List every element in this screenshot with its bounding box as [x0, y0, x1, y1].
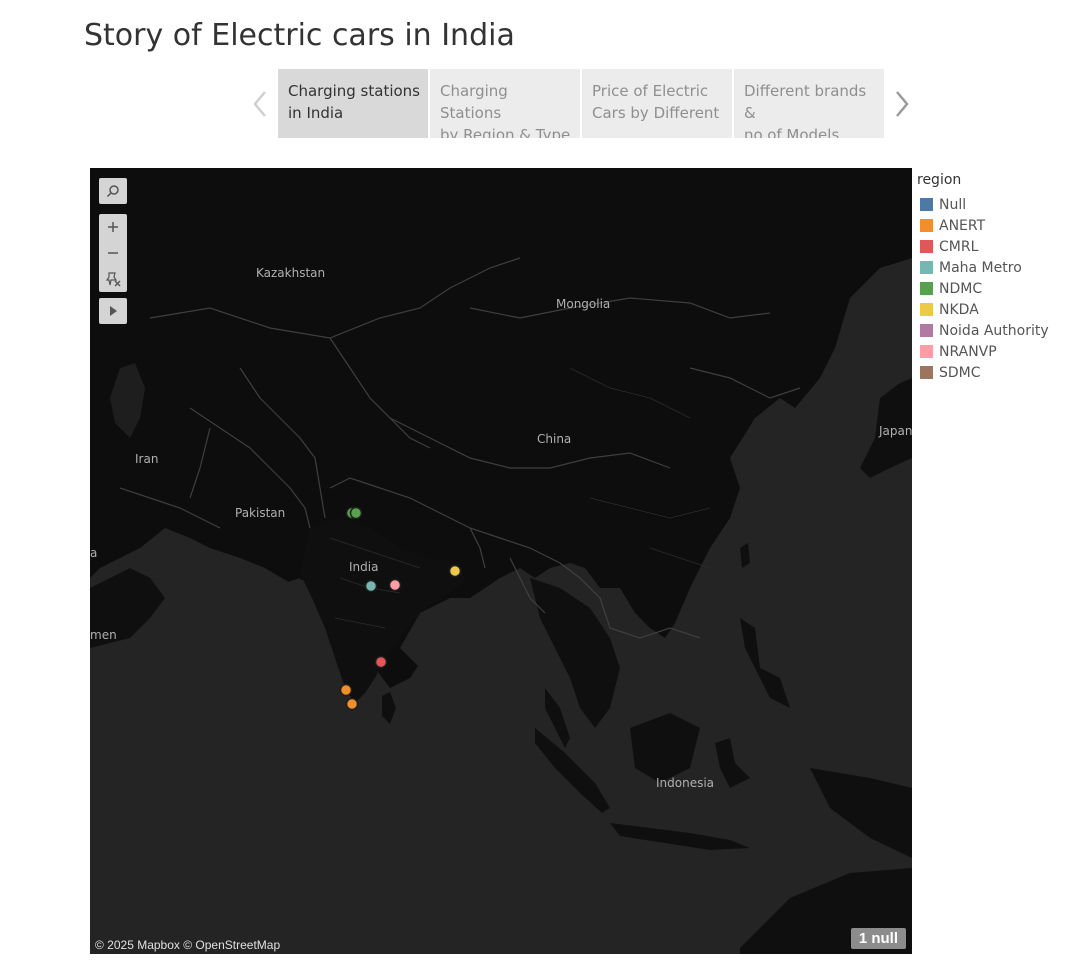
minus-icon — [108, 252, 118, 254]
legend-swatch — [920, 282, 933, 295]
station-marker-anert[interactable] — [339, 683, 353, 697]
legend-swatch — [920, 198, 933, 211]
station-marker-cmrl[interactable] — [374, 655, 388, 669]
next-story-point-button[interactable] — [889, 84, 913, 124]
map-zoom-controls — [99, 214, 127, 292]
legend-label: NRANVP — [939, 343, 997, 360]
legend-swatch — [920, 345, 933, 358]
legend-label: Noida Authority — [939, 322, 1049, 339]
plus-icon — [108, 222, 118, 232]
station-marker-anert[interactable] — [345, 697, 359, 711]
station-markers — [339, 506, 462, 711]
chevron-left-icon — [253, 91, 266, 117]
dashboard-page: Story of Electric cars in India Charging… — [0, 0, 1074, 974]
map-search-tool — [99, 178, 127, 204]
legend-label: ANERT — [939, 217, 986, 234]
previous-story-point-button[interactable] — [249, 84, 273, 124]
legend-label: NKDA — [939, 301, 979, 318]
zoom-in-button[interactable] — [99, 214, 127, 240]
legend-swatch — [920, 219, 933, 232]
legend-item[interactable]: NRANVP — [917, 341, 1049, 362]
station-marker-nkda[interactable] — [448, 564, 462, 578]
legend-label: SDMC — [939, 364, 981, 381]
story-point-charging-stations[interactable]: Charging stations in India — [278, 69, 428, 138]
story-point-price-electric-cars[interactable]: Price of Electric Cars by Different — [582, 69, 732, 138]
legend-item[interactable]: NKDA — [917, 299, 1049, 320]
legend-item[interactable]: Noida Authority — [917, 320, 1049, 341]
legend-label: NDMC — [939, 280, 983, 297]
station-marker-nranvp[interactable] — [388, 578, 402, 592]
expand-toolbar-button[interactable] — [99, 298, 127, 324]
station-marker-maha-metro[interactable] — [364, 579, 378, 593]
unpin-map-icon — [105, 272, 121, 287]
map-attribution[interactable]: © 2025 Mapbox © OpenStreetMap — [90, 936, 286, 954]
legend-item[interactable]: ANERT — [917, 215, 1049, 236]
story-navigator: Charging stations in India Charging Stat… — [278, 69, 884, 138]
story-title: Story of Electric cars in India — [84, 18, 515, 53]
legend-label: Maha Metro — [939, 259, 1022, 276]
legend-item[interactable]: CMRL — [917, 236, 1049, 257]
legend-swatch — [920, 240, 933, 253]
legend-swatch — [920, 324, 933, 337]
legend-title: region — [917, 172, 962, 188]
play-icon — [110, 306, 117, 316]
legend-item[interactable]: NDMC — [917, 278, 1049, 299]
legend-label: CMRL — [939, 238, 979, 255]
station-marker-ndmc[interactable] — [349, 506, 363, 520]
legend-item[interactable]: SDMC — [917, 362, 1049, 383]
reset-map-button[interactable] — [99, 266, 127, 292]
story-point-stations-by-region[interactable]: Charging Stations by Region & Type — [430, 69, 580, 138]
legend-item[interactable]: Null — [917, 194, 1049, 215]
region-legend: region Null ANERT CMRL Maha Metro NDMC NKDA No… — [917, 172, 1049, 383]
legend-swatch — [920, 366, 933, 379]
legend-item[interactable]: Maha Metro — [917, 257, 1049, 278]
search-icon — [106, 185, 119, 198]
story-point-brands-models[interactable]: Different brands & no.of Models — [734, 69, 884, 138]
legend-swatch — [920, 261, 933, 274]
legend-swatch — [920, 303, 933, 316]
null-values-indicator[interactable]: 1 null — [850, 928, 906, 949]
charging-stations-map[interactable]: Kazakhstan Mongolia Iran China Japan Pak… — [90, 168, 912, 954]
map-search-button[interactable] — [99, 178, 127, 204]
zoom-out-button[interactable] — [99, 240, 127, 266]
legend-label: Null — [939, 196, 967, 213]
map-expand-tool — [99, 298, 127, 324]
chevron-right-icon — [896, 91, 909, 117]
